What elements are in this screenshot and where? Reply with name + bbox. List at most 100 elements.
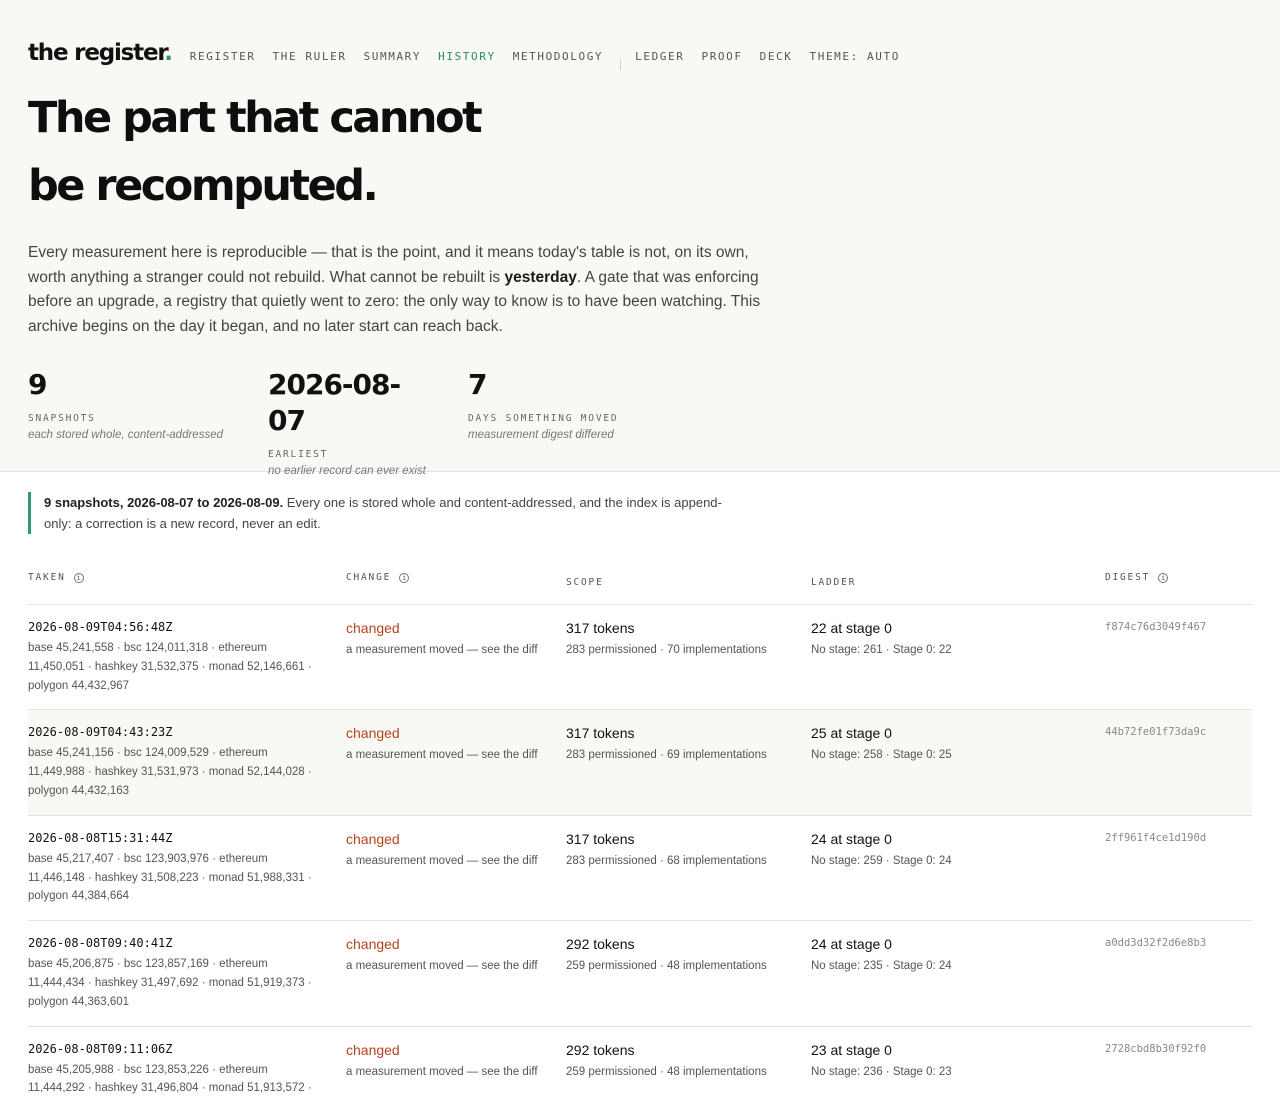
stats-row: 9 SNAPSHOTS each stored whole, content-a… [28, 367, 1252, 477]
table-row[interactable]: 2026-08-09T04:56:48Z base 45,241,558 · bs… [28, 604, 1252, 711]
cell-digest: f874c76d3049f467 [1105, 604, 1252, 711]
chain-heights: base 45,205,988 · bsc 123,853,226 · ethe… [28, 1063, 312, 1095]
summary-callout: 9 snapshots, 2026-08-07 to 2026-08-09. E… [28, 492, 728, 534]
info-icon[interactable]: i [399, 573, 410, 583]
digest-hash[interactable]: f874c76d3049f467 [1105, 621, 1206, 633]
stat-note: each stored whole, content-addressed [28, 429, 223, 442]
cell-change: changed a measurement moved — see the dif… [346, 604, 566, 711]
timestamp: 2026-08-08T09:11:06Z [28, 1041, 173, 1056]
nav-ledger[interactable]: LEDGER [635, 50, 684, 63]
timestamp: 2026-08-08T09:40:41Z [28, 936, 173, 951]
scope-count: 317 tokens [566, 620, 635, 636]
cell-scope: 317 tokens 283 permissioned · 68 implemen… [566, 815, 811, 922]
stat-value: 9 [28, 368, 47, 402]
chain-heights: base 45,206,875 · bsc 123,857,169 · ethe… [28, 958, 312, 1008]
stat-note: measurement digest differed [468, 429, 614, 442]
col-header-taken: TAKEN i [28, 564, 346, 605]
change-note: a measurement moved — see the diff [346, 644, 538, 656]
digest-hash[interactable]: a0dd3d32f2d6e8b3 [1105, 937, 1206, 949]
cell-taken: 2026-08-08T15:31:44Z base 45,217,407 · bs… [28, 815, 346, 922]
cell-ladder: 23 at stage 0 No stage: 236 · Stage 0: 23 [811, 1026, 1105, 1100]
cell-change: changed a measurement moved — see the dif… [346, 815, 566, 922]
digest-hash[interactable]: 2728cbd8b30f92f0 [1105, 1043, 1206, 1055]
change-status[interactable]: changed [346, 936, 566, 952]
cell-scope: 317 tokens 283 permissioned · 69 implemen… [566, 709, 811, 816]
table-row[interactable]: 2026-08-08T09:11:06Z base 45,205,988 · bs… [28, 1026, 1252, 1100]
scope-note: 283 permissioned · 68 implementations [566, 854, 767, 867]
stat-days-moved: 7 DAYS SOMETHING MOVED measurement diges… [468, 367, 618, 477]
cell-ladder: 25 at stage 0 No stage: 258 · Stage 0: 25 [811, 709, 1105, 816]
cell-change: changed a measurement moved — see the dif… [346, 1026, 566, 1100]
logo-text: the register [28, 40, 165, 66]
table-row[interactable]: 2026-08-08T09:40:41Z base 45,206,875 · bs… [28, 920, 1252, 1027]
ladder-note: No stage: 236 · Stage 0: 23 [811, 1065, 952, 1078]
chain-heights: base 45,241,156 · bsc 124,009,529 · ethe… [28, 747, 312, 797]
logo-dot: . [164, 40, 173, 66]
nav-summary[interactable]: SUMMARY [364, 50, 422, 63]
stat-snapshots: 9 SNAPSHOTS each stored whole, content-a… [28, 367, 234, 477]
change-status[interactable]: changed [346, 725, 566, 741]
ladder-summary: 23 at stage 0 [811, 1041, 892, 1058]
digest-hash[interactable]: 2ff961f4ce1d190d [1105, 832, 1206, 844]
change-note: a measurement moved — see the diff [346, 854, 538, 867]
cell-ladder: 24 at stage 0 No stage: 259 · Stage 0: 24 [811, 815, 1105, 922]
cell-change: changed a measurement moved — see the dif… [346, 709, 566, 816]
ladder-summary: 24 at stage 0 [811, 830, 892, 847]
cell-taken: 2026-08-08T09:40:41Z base 45,206,875 · bs… [28, 920, 346, 1027]
intro-emphasis: yesterday [504, 268, 577, 286]
scope-count: 292 tokens [566, 1041, 635, 1058]
digest-hash[interactable]: 44b72fe01f73da9c [1105, 726, 1206, 738]
col-header-change: CHANGE i [346, 564, 566, 605]
site-logo[interactable]: the register. [28, 40, 173, 66]
nav-deck[interactable]: DECK [760, 50, 793, 63]
cell-change: changed a measurement moved — see the dif… [346, 920, 566, 1027]
change-status[interactable]: changed [346, 620, 566, 636]
table-row[interactable]: 2026-08-09T04:43:23Z base 45,241,156 · bs… [28, 709, 1252, 816]
info-icon[interactable]: i [1158, 573, 1169, 583]
col-header-digest: DIGEST i [1105, 564, 1252, 605]
stat-label: DAYS SOMETHING MOVED [468, 413, 619, 425]
stat-value: 7 [468, 368, 487, 402]
nav-register[interactable]: REGISTER [190, 50, 256, 63]
cell-digest: 2728cbd8b30f92f0 [1105, 1026, 1252, 1100]
nav-methodology[interactable]: METHODOLOGY [513, 50, 603, 63]
ladder-note: No stage: 235 · Stage 0: 24 [811, 960, 952, 973]
ladder-note: No stage: 258 · Stage 0: 25 [811, 749, 952, 762]
theme-toggle[interactable]: THEME: AUTO [810, 50, 900, 63]
change-note: a measurement moved — see the diff [346, 960, 538, 973]
table-header-row: TAKEN i CHANGE i SCOPE LADDER DIGEST i [28, 564, 1252, 605]
cell-ladder: 22 at stage 0 No stage: 261 · Stage 0: 22 [811, 604, 1105, 711]
nav-history[interactable]: HISTORY [438, 50, 496, 63]
timestamp: 2026-08-09T04:56:48Z [28, 620, 173, 634]
nav-the-ruler[interactable]: THE RULER [273, 50, 347, 63]
change-status[interactable]: changed [346, 1042, 566, 1058]
scope-count: 317 tokens [566, 725, 635, 742]
cell-digest: 44b72fe01f73da9c [1105, 709, 1252, 816]
scope-note: 259 permissioned · 48 implementations [566, 960, 767, 973]
stat-note: no earlier record can ever exist [268, 465, 426, 478]
nav-divider [620, 58, 622, 70]
cell-scope: 317 tokens 283 permissioned · 70 implemen… [566, 604, 811, 711]
scope-note: 259 permissioned · 48 implementations [566, 1065, 767, 1078]
cell-taken: 2026-08-08T09:11:06Z base 45,205,988 · bs… [28, 1026, 346, 1100]
col-header-label: TAKEN [28, 572, 66, 583]
scope-note: 283 permissioned · 69 implementations [566, 749, 767, 762]
info-icon[interactable]: i [73, 573, 84, 583]
col-header-label: DIGEST [1105, 572, 1151, 583]
chain-heights: base 45,217,407 · bsc 123,903,976 · ethe… [28, 852, 312, 903]
change-status[interactable]: changed [346, 831, 566, 847]
ladder-summary: 22 at stage 0 [811, 620, 892, 636]
cell-digest: 2ff961f4ce1d190d [1105, 815, 1252, 922]
callout-bold: 9 snapshots, 2026-08-07 to 2026-08-09. [44, 495, 284, 510]
scope-count: 292 tokens [566, 936, 635, 953]
stat-earliest: 2026-08-07 EARLIEST no earlier record ca… [268, 367, 434, 477]
ladder-note: No stage: 259 · Stage 0: 24 [811, 854, 952, 867]
table-row[interactable]: 2026-08-08T15:31:44Z base 45,217,407 · bs… [28, 815, 1252, 922]
ladder-summary: 25 at stage 0 [811, 725, 892, 742]
timestamp: 2026-08-08T15:31:44Z [28, 830, 173, 845]
scope-note: 283 permissioned · 70 implementations [566, 644, 767, 656]
timestamp: 2026-08-09T04:43:23Z [28, 725, 173, 740]
cell-scope: 292 tokens 259 permissioned · 48 implemen… [566, 1026, 811, 1100]
scope-count: 317 tokens [566, 830, 635, 847]
nav-proof[interactable]: PROOF [701, 50, 742, 63]
